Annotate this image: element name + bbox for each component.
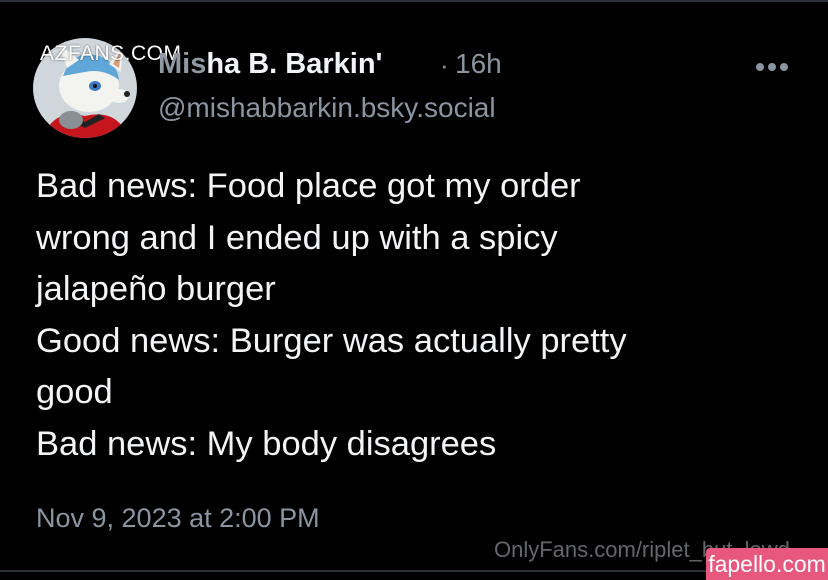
post-line: Bad news: My body disagrees: [36, 424, 497, 463]
author-display-name[interactable]: Misha B. Barkin': [158, 48, 382, 81]
fapello-watermark: fapello.com: [706, 548, 828, 580]
post-line: wrong and I ended up with a spicy: [36, 218, 558, 257]
top-divider: [0, 0, 828, 2]
post-line: good: [36, 373, 113, 411]
separator-dot: ·: [440, 50, 449, 80]
relative-timestamp[interactable]: 16h: [455, 48, 502, 80]
post-line: jalapeño burger: [36, 270, 276, 308]
post-date: Nov 9, 2023 at 2:00 PM: [36, 503, 320, 533]
more-options-button[interactable]: [752, 55, 792, 79]
display-name-prefix: Mis: [158, 48, 207, 80]
bottom-divider: [0, 570, 828, 572]
display-name-rest: ha B. Barkin': [206, 48, 383, 80]
post-line: Good news: Burger was actually pretty: [36, 321, 627, 360]
post-line: Bad news: Food place got my order: [36, 167, 581, 205]
author-handle[interactable]: @mishabbarkin.bsky.social: [158, 92, 496, 124]
more-horizontal-icon: [756, 63, 788, 71]
post-body: Bad news: Food place got my order wrong …: [36, 161, 796, 470]
